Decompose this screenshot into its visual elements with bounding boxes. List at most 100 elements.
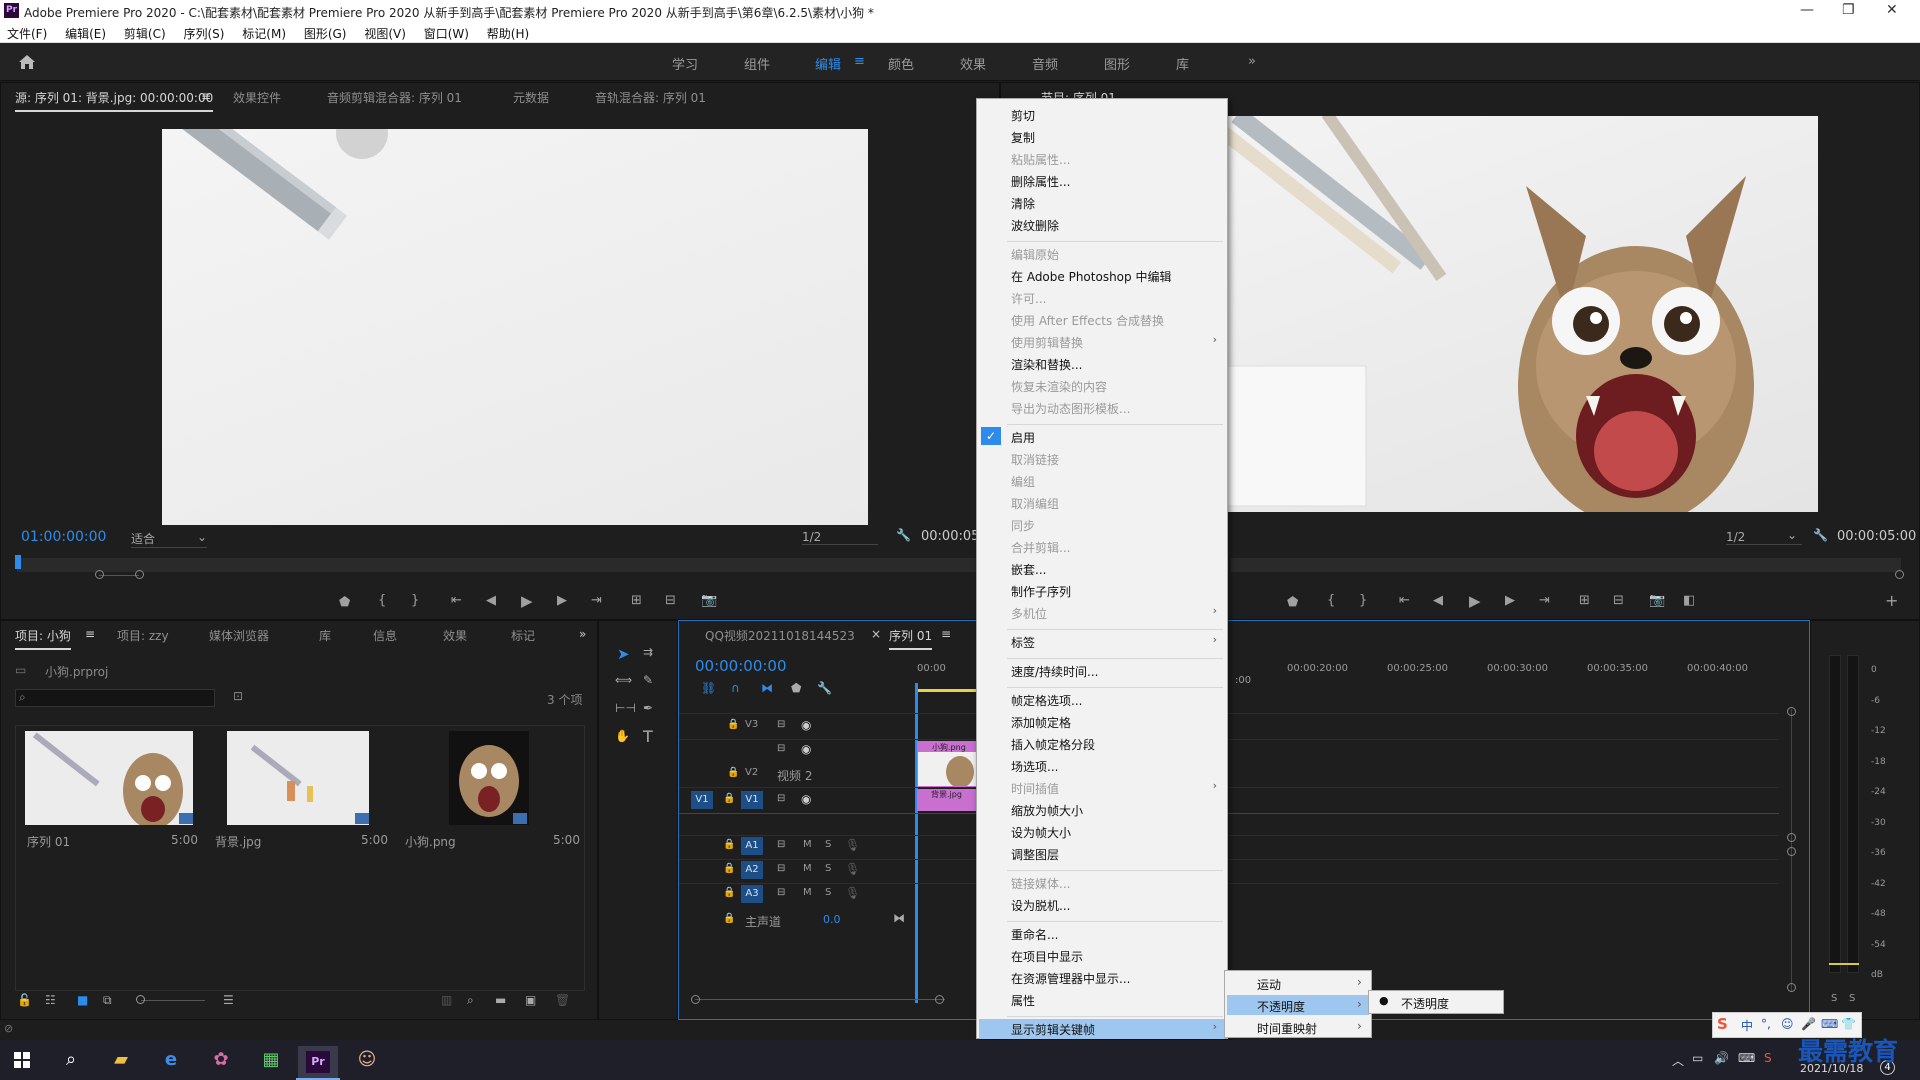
slip-tool-icon[interactable]: ⊢⊣ [615, 701, 636, 715]
voice-icon[interactable]: 🎤 [1801, 1017, 1816, 1031]
workspace-editing[interactable]: 编辑 [815, 54, 841, 73]
timeline-timecode[interactable]: 00:00:00:00 [695, 657, 787, 675]
lock-icon[interactable]: 🔒 [723, 887, 735, 898]
tab-metadata[interactable]: 元数据 [513, 89, 549, 106]
export-frame-icon[interactable]: 📷 [1649, 593, 1665, 608]
insert-icon[interactable]: ⊞ [631, 593, 642, 608]
extract-icon[interactable]: ⊟ [1613, 593, 1624, 608]
tab-menu-icon[interactable]: ≡ [201, 89, 211, 103]
mute-button[interactable]: M [803, 863, 812, 874]
track-target-v1[interactable]: V1 [741, 791, 763, 809]
hand-tool-icon[interactable]: ✋ [615, 729, 630, 743]
solo-button[interactable]: S [825, 839, 831, 850]
lock-icon[interactable]: 🔒 [723, 913, 735, 924]
hscroll-handle-right[interactable] [935, 995, 944, 1004]
context-menu-item[interactable]: 重命名... [1011, 926, 1058, 943]
tab-media-browser[interactable]: 媒体浏览器 [209, 627, 269, 644]
context-menu-item[interactable]: 添加帧定格 [1011, 714, 1071, 731]
track-target-a2[interactable]: A2 [741, 861, 763, 879]
avatar-app-icon[interactable]: ☺ [354, 1048, 380, 1072]
microphone-icon[interactable]: 🎙 [845, 862, 860, 876]
solo-right-button[interactable]: S [1849, 993, 1855, 1004]
lock-icon[interactable]: 🔒 [727, 767, 739, 778]
file-explorer-icon[interactable]: ▰ [108, 1048, 134, 1072]
emoji-icon[interactable]: ☺ [1781, 1017, 1794, 1031]
vscroll-handle[interactable] [1787, 847, 1796, 856]
comparison-view-icon[interactable]: ◧ [1683, 593, 1695, 608]
timeline-playhead[interactable] [915, 683, 918, 1003]
tab-audio-track-mixer[interactable]: 音轨混合器: 序列 01 [595, 89, 706, 106]
context-menu-item[interactable]: 波纹删除 [1011, 217, 1059, 234]
vscroll-handle[interactable] [1787, 833, 1796, 842]
context-menu-item[interactable]: 制作子序列 [1011, 583, 1071, 600]
nest-toggle-icon[interactable]: ⛓ [701, 681, 716, 695]
context-menu-item[interactable]: 嵌套... [1011, 561, 1046, 578]
mark-in-icon[interactable]: { [1327, 593, 1335, 608]
submenu-item-opacity-property[interactable]: 不透明度 [1401, 995, 1449, 1012]
vscroll-handle[interactable] [1787, 983, 1796, 992]
punctuation-icon[interactable]: °, [1761, 1017, 1771, 1031]
scroll-handle-right[interactable] [135, 570, 144, 579]
lock-icon[interactable]: 🔒 [723, 793, 735, 804]
tab-source[interactable]: 源: 序列 01: 背景.jpg: 00:00:00:00 [15, 89, 214, 112]
clip-v2-dog[interactable]: 小狗.png [917, 741, 977, 788]
workspace-assembly[interactable]: 组件 [744, 54, 770, 73]
trash-icon[interactable]: 🗑 [555, 993, 570, 1007]
go-to-out-icon[interactable]: ⇥ [1539, 593, 1550, 608]
context-menu-item[interactable]: 设为脱机... [1011, 897, 1070, 914]
tab-markers[interactable]: 标记 [511, 627, 535, 644]
find-icon[interactable]: ⌕ [467, 993, 474, 1008]
context-menu-item[interactable]: 在 Adobe Photoshop 中编辑 [1011, 268, 1171, 285]
ime-language-toggle[interactable]: 中 [1741, 1017, 1753, 1034]
hscroll-handle-left[interactable] [691, 995, 700, 1004]
submenu-item-time-remapping[interactable]: 时间重映射 [1257, 1020, 1317, 1037]
lock-icon[interactable]: 🔒 [723, 863, 735, 874]
show-hidden-icons-icon[interactable]: ︿ [1672, 1052, 1684, 1069]
context-menu-item[interactable]: 清除 [1011, 195, 1035, 212]
lock-icon[interactable]: 🔒 [727, 719, 739, 730]
context-menu-item[interactable]: 缩放为帧大小 [1011, 802, 1083, 819]
sync-lock-icon[interactable]: ⊟ [777, 863, 785, 874]
type-tool-icon[interactable]: T [643, 727, 653, 746]
menu-clip[interactable]: 剪辑(C) [117, 22, 173, 42]
windows-start-icon[interactable] [14, 1052, 30, 1068]
thumbnail-dog-png[interactable] [449, 731, 529, 825]
tab-project-xiaogou[interactable]: 项目: 小狗 [15, 627, 71, 650]
clip-v1-background[interactable]: 背景.jpg [917, 789, 977, 811]
project-item-name[interactable]: 背景.jpg [215, 833, 261, 850]
menu-file[interactable]: 文件(F) [0, 22, 54, 42]
step-back-icon[interactable]: ◀ [486, 593, 496, 608]
tab-sequence-01[interactable]: 序列 01 [889, 627, 933, 650]
tab-menu-icon[interactable]: ≡ [941, 627, 951, 641]
project-search-input[interactable] [15, 689, 215, 707]
project-item-name[interactable]: 小狗.png [405, 833, 456, 850]
workspace-libraries[interactable]: 库 [1176, 54, 1189, 73]
tab-menu-icon[interactable]: ≡ [85, 627, 95, 641]
tab-qq-video[interactable]: QQ视频20211018144523 [705, 627, 855, 644]
home-icon[interactable] [18, 54, 36, 70]
add-marker-icon[interactable]: ⬟ [791, 681, 801, 695]
workspace-graphics[interactable]: 图形 [1104, 54, 1130, 73]
go-to-out-icon[interactable]: ⇥ [591, 593, 602, 608]
play-icon[interactable]: ▶ [521, 592, 533, 610]
timeline-settings-wrench-icon[interactable]: 🔧 [817, 681, 832, 695]
mute-button[interactable]: M [803, 839, 812, 850]
program-time-ruler[interactable] [1231, 558, 1901, 572]
thumbnail-sequence-01[interactable] [25, 731, 193, 829]
input-method-icon[interactable]: ⌨ [1738, 1051, 1755, 1065]
automate-sequence-icon[interactable]: ▥ [441, 993, 452, 1007]
menu-view[interactable]: 视图(V) [357, 22, 413, 42]
lock-icon[interactable]: 🔒 [723, 839, 735, 850]
mute-button[interactable]: M [803, 887, 812, 898]
add-marker-icon[interactable]: ⬟ [339, 595, 350, 610]
linked-selection-icon[interactable]: ⧓ [761, 681, 773, 695]
tab-effect-controls[interactable]: 效果控件 [233, 89, 281, 106]
premiere-taskbar-button[interactable]: Pr [298, 1046, 338, 1080]
work-area-bar[interactable] [915, 689, 977, 692]
add-marker-icon[interactable]: ⬟ [1287, 595, 1298, 610]
step-forward-icon[interactable]: ▶ [557, 593, 567, 608]
context-menu-item[interactable]: 调整图层 [1011, 846, 1059, 863]
close-button[interactable]: ✕ [1886, 2, 1898, 18]
new-search-bin-icon[interactable]: ⊡ [233, 689, 243, 703]
workspace-effects[interactable]: 效果 [960, 54, 986, 73]
